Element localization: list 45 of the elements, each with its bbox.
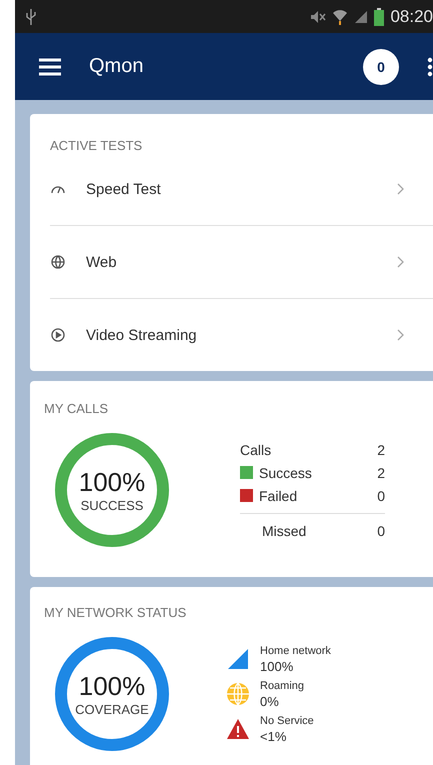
chevron-icon (397, 256, 405, 268)
call-count: 0 (377, 522, 385, 538)
section-heading: ACTIVE TESTS (50, 138, 144, 153)
count-badge[interactable]: 0 (363, 48, 399, 84)
more-icon[interactable] (427, 56, 433, 76)
test-label: Speed Test (86, 180, 162, 198)
call-count: 2 (377, 464, 385, 480)
chevron-icon (397, 183, 405, 195)
ring-caption: COVERAGE (75, 702, 149, 717)
battery-icon (374, 8, 384, 26)
network-value: <1% (260, 728, 288, 744)
chevron-icon (397, 329, 405, 341)
test-item[interactable]: Web (50, 226, 433, 299)
signal-icon (226, 647, 250, 671)
mute-icon (310, 10, 326, 24)
network-value: 100% (260, 658, 294, 674)
signal-icon (354, 10, 368, 24)
globe-icon (226, 682, 250, 706)
network-label: Home network (260, 644, 331, 656)
test-label: Video Streaming (86, 326, 198, 344)
play-icon (50, 327, 66, 343)
ring-caption: SUCCESS (80, 498, 144, 513)
warning-icon (226, 718, 250, 740)
section-heading: MY CALLS (44, 401, 110, 416)
network-label: Roaming (260, 680, 304, 692)
globe-icon (50, 254, 66, 270)
call-count: 2 (377, 442, 385, 458)
status-time: 08:20 (390, 6, 433, 26)
test-item[interactable]: Speed Test (50, 153, 433, 226)
app-title: Qmon (89, 55, 144, 78)
call-count: 0 (377, 488, 385, 504)
call-label: Success (259, 464, 313, 480)
section-heading: MY NETWORK STATUS (44, 605, 188, 620)
ring-value: 100% (78, 467, 146, 498)
test-item[interactable]: Video Streaming (50, 299, 433, 371)
menu-icon[interactable] (39, 58, 61, 76)
test-label: Web (86, 254, 118, 270)
call-label: Missed (261, 522, 308, 538)
network-label: No Service (260, 714, 314, 726)
network-value: 0% (260, 694, 280, 708)
call-label: Calls (240, 442, 272, 458)
call-label: Failed (259, 488, 298, 504)
wifi-icon (332, 8, 348, 26)
usb-icon (25, 8, 37, 26)
ring-value: 100% (78, 671, 146, 702)
